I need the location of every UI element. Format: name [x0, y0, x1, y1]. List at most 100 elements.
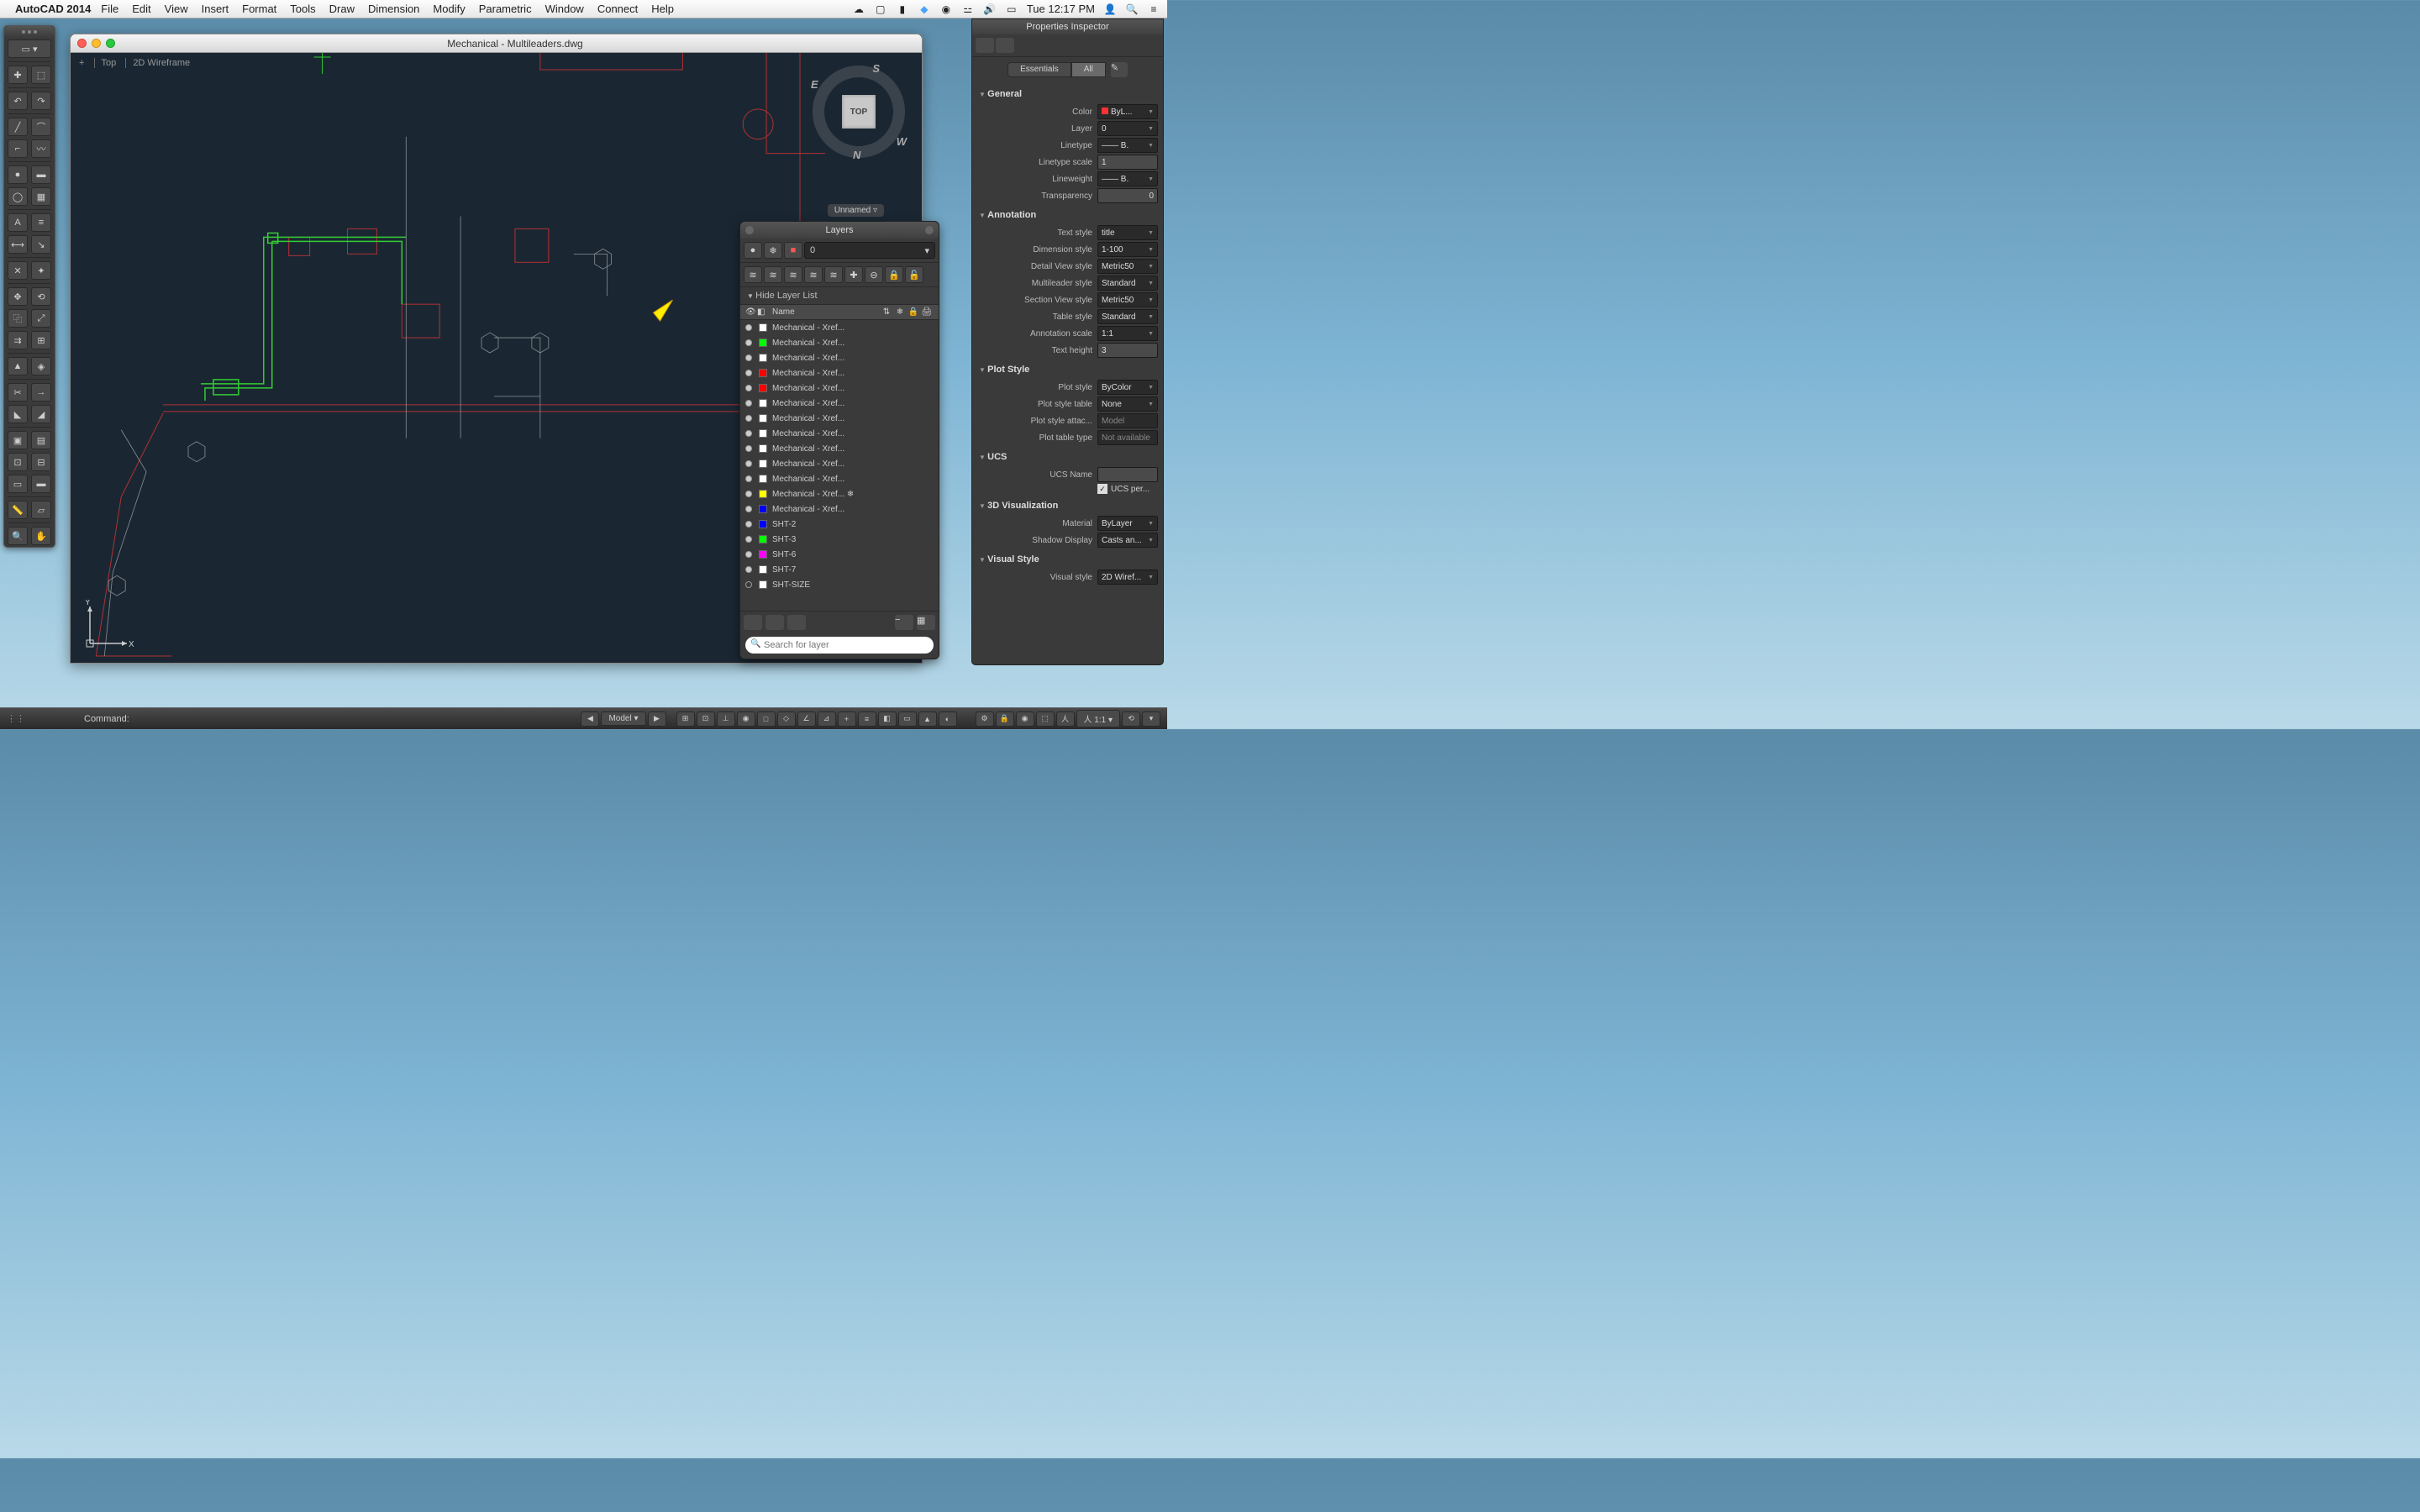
section-annotation[interactable]: Annotation	[977, 207, 1158, 223]
viewcube-south[interactable]: S	[872, 62, 880, 75]
layer-visibility-icon[interactable]	[745, 324, 752, 331]
menu-file[interactable]: File	[101, 3, 118, 15]
layer-row[interactable]: Mechanical - Xref...	[740, 335, 939, 350]
layer-row[interactable]: Mechanical - Xref...	[740, 396, 939, 411]
value-layer[interactable]: 0▼	[1097, 121, 1158, 136]
tool-layer[interactable]: ▭	[8, 475, 28, 493]
status-otrack[interactable]: ∠	[797, 711, 816, 727]
status-sc[interactable]: ▲	[918, 711, 937, 727]
tool-area[interactable]: ▱	[31, 501, 51, 519]
menu-edit[interactable]: Edit	[132, 3, 150, 15]
properties-body[interactable]: General ColorByL...▼ Layer0▼ Linetype—— …	[972, 82, 1163, 677]
tab-essentials[interactable]: Essentials	[1007, 62, 1071, 77]
properties-title[interactable]: Properties Inspector	[972, 19, 1163, 34]
layer-color-swatch[interactable]	[759, 535, 767, 543]
tool-extend[interactable]: →	[31, 383, 51, 402]
section-ucs[interactable]: UCS	[977, 449, 1158, 465]
menu-connect[interactable]: Connect	[597, 3, 638, 15]
ucs-dropdown[interactable]: Unnamed ▿	[828, 204, 884, 217]
notifications-icon[interactable]: ≡	[1147, 3, 1160, 15]
value-linetype[interactable]: —— B.▼	[1097, 138, 1158, 153]
layer-row[interactable]: Mechanical - Xref...	[740, 456, 939, 471]
layer-visibility-icon[interactable]	[745, 339, 752, 346]
layers-list[interactable]: Mechanical - Xref...Mechanical - Xref...…	[740, 320, 939, 611]
tool-rectangle[interactable]: ▬	[31, 165, 51, 184]
layer-row[interactable]: SHT-2	[740, 517, 939, 532]
current-layer-dropdown[interactable]: 0▾	[804, 242, 935, 259]
layer-visibility-icon[interactable]	[745, 370, 752, 376]
layer-color-swatch[interactable]	[759, 459, 767, 468]
layer-color-swatch[interactable]	[759, 429, 767, 438]
battery-icon[interactable]: ▭	[1005, 3, 1018, 15]
menu-dimension[interactable]: Dimension	[368, 3, 419, 15]
layer-color-swatch[interactable]	[759, 550, 767, 559]
tool-ungroup[interactable]: ⊟	[31, 453, 51, 471]
layer-color-swatch[interactable]	[759, 354, 767, 362]
tool-scale[interactable]: ⤢	[31, 309, 51, 328]
col-name[interactable]: Name	[769, 307, 880, 317]
layer-iso-btn[interactable]: ≋	[764, 266, 782, 283]
layer-row[interactable]: SHT-6	[740, 547, 939, 562]
command-handle-icon[interactable]: ⋮⋮	[7, 713, 25, 724]
tool-rotate[interactable]: ⟲	[31, 287, 51, 306]
section-3d-viz[interactable]: 3D Visualization	[977, 497, 1158, 514]
layer-color-swatch[interactable]	[759, 444, 767, 453]
layer-uniso-btn[interactable]: ≋	[784, 266, 802, 283]
layer-off-btn[interactable]: ≋	[824, 266, 843, 283]
value-lineweight[interactable]: —— B.▼	[1097, 171, 1158, 186]
layer-color-swatch[interactable]	[759, 323, 767, 332]
tool-mirror[interactable]: ▲	[8, 357, 28, 375]
layer-row[interactable]: Mechanical - Xref... ❄	[740, 486, 939, 501]
layer-row[interactable]: Mechanical - Xref...	[740, 350, 939, 365]
status-anno-vis[interactable]: 人	[1056, 711, 1075, 727]
layer-row[interactable]: Mechanical - Xref...	[740, 365, 939, 381]
col-color-icon[interactable]: ◧	[757, 307, 769, 317]
layer-visibility-icon[interactable]	[745, 400, 752, 407]
layer-row[interactable]: SHT-3	[740, 532, 939, 547]
value-transparency[interactable]: 0	[1097, 188, 1158, 203]
menu-help[interactable]: Help	[651, 3, 674, 15]
tool-chamfer[interactable]: ◢	[31, 405, 51, 423]
layer-row[interactable]: Mechanical - Xref...	[740, 441, 939, 456]
picture-icon[interactable]: ▢	[874, 3, 887, 15]
tool-workspace-dropdown[interactable]: ▭ ▾	[8, 39, 51, 58]
menu-window[interactable]: Window	[545, 3, 584, 15]
layer-visibility-icon[interactable]	[745, 354, 752, 361]
value-anno-scale[interactable]: 1:1▼	[1097, 326, 1158, 341]
layer-row[interactable]: Mechanical - Xref...	[740, 320, 939, 335]
section-plot-style[interactable]: Plot Style	[977, 361, 1158, 378]
col-plot-icon[interactable]: 🖨	[920, 307, 934, 317]
tool-explode[interactable]: ✦	[31, 261, 51, 280]
value-ucs-name[interactable]	[1097, 467, 1158, 482]
tool-leader[interactable]: ↘	[31, 235, 51, 254]
layer-visibility-icon[interactable]	[745, 445, 752, 452]
layer-visibility-icon[interactable]	[745, 385, 752, 391]
col-visibility-icon[interactable]: 👁	[745, 307, 757, 317]
status-layout-next[interactable]: ▶	[648, 711, 666, 727]
status-ortho[interactable]: ⊥	[717, 711, 735, 727]
layer-color-swatch[interactable]	[759, 565, 767, 574]
window-minimize-button[interactable]	[92, 39, 101, 48]
tool-redo[interactable]: ↷	[31, 92, 51, 110]
value-text-height[interactable]: 3	[1097, 343, 1158, 358]
tool-copy[interactable]: ⿻	[8, 309, 28, 328]
viewcube-north[interactable]: N	[853, 149, 860, 161]
tool-group[interactable]: ⊡	[8, 453, 28, 471]
tool-offset[interactable]: ◈	[31, 357, 51, 375]
layer-row[interactable]: Mechanical - Xref...	[740, 426, 939, 441]
layer-freeze-toggle[interactable]: ❄	[764, 242, 782, 259]
layers-search-input[interactable]	[745, 637, 934, 654]
layer-color-swatch[interactable]	[759, 520, 767, 528]
menu-insert[interactable]: Insert	[202, 3, 229, 15]
layer-unlock-btn[interactable]: 🔓	[905, 266, 923, 283]
status-grid[interactable]: ⊞	[676, 711, 695, 727]
layer-visibility-icon[interactable]	[745, 536, 752, 543]
viewcube-east[interactable]: E	[811, 78, 818, 91]
tool-line[interactable]: ╱	[8, 118, 28, 136]
layer-lock-btn[interactable]: 🔒	[885, 266, 903, 283]
status-iso[interactable]: ⬚	[1036, 711, 1055, 727]
layer-freeze-btn[interactable]: ≋	[804, 266, 823, 283]
value-detail-style[interactable]: Metric50▼	[1097, 259, 1158, 274]
layer-row[interactable]: Mechanical - Xref...	[740, 381, 939, 396]
status-tpy[interactable]: ◧	[878, 711, 897, 727]
